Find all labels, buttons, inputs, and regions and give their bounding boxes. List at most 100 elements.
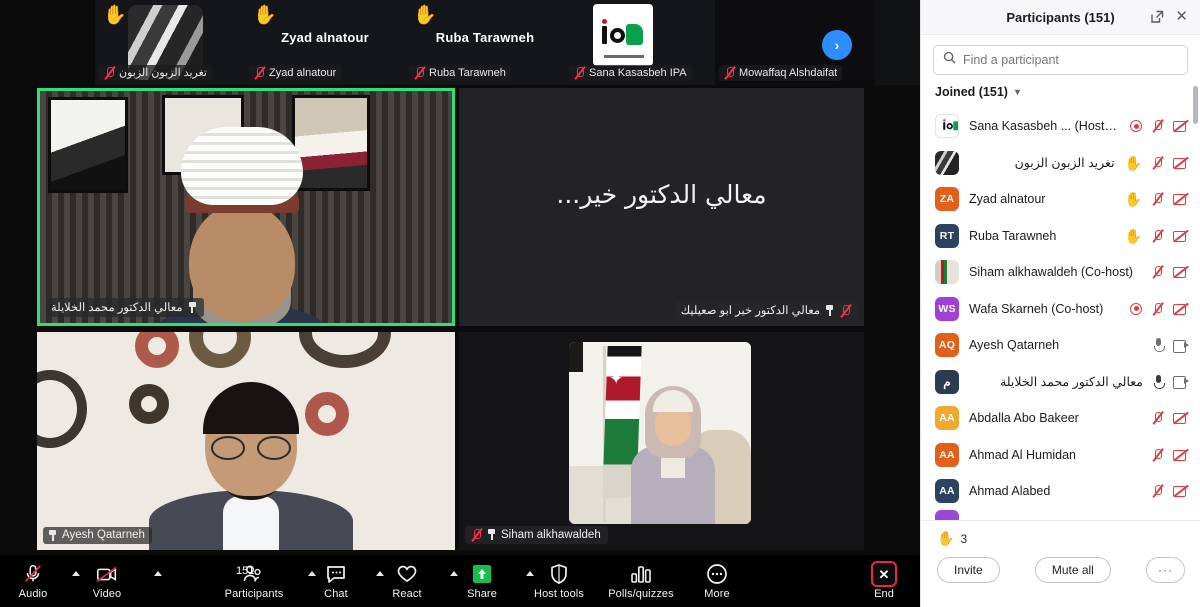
participants-list[interactable]: Sana Kasasbeh ... (Host, me) تغريد الزبو… — [921, 108, 1200, 520]
participant-row[interactable]: م معالي الدكتور محمد الخلايلة — [921, 364, 1200, 401]
chevron-down-icon[interactable]: ▾ — [1015, 87, 1020, 98]
panel-footer-buttons: Invite Mute all ··· — [921, 547, 1200, 583]
control-chat[interactable]: Chat — [302, 555, 384, 607]
control-audio[interactable]: Audio — [0, 555, 80, 607]
video-feed — [40, 91, 452, 323]
mute-all-button[interactable]: Mute all — [1034, 557, 1111, 583]
filmstrip-tile-sana[interactable]: Sana Kasasbeh IPA — [565, 0, 715, 85]
recording-indicator-icon — [1130, 120, 1142, 133]
microphone-off-icon[interactable] — [1151, 484, 1164, 498]
raised-hand-icon: ✋ — [937, 530, 955, 546]
participant-status-icons — [1153, 338, 1189, 353]
camera-on-icon[interactable] — [1173, 376, 1189, 390]
participant-row[interactable]: WS Wafa Skarneh (Co-host) — [921, 291, 1200, 328]
avatar: WS — [935, 296, 959, 321]
camera-off-icon[interactable] — [1173, 485, 1189, 498]
participant-name: Ayesh Qatarneh — [969, 338, 1060, 353]
raised-hand-icon: ✋ — [1124, 154, 1142, 171]
camera-off-icon[interactable] — [1173, 193, 1189, 206]
control-label: Chat — [324, 588, 348, 600]
camera-off-icon[interactable] — [1173, 120, 1189, 133]
microphone-off-icon[interactable] — [1151, 156, 1164, 170]
more-options-button[interactable]: ··· — [1146, 557, 1185, 583]
participant-display-name: Ruba Tarawneh — [435, 30, 535, 45]
participant-name: Mowaffaq Alshdaifat — [739, 66, 838, 79]
close-icon[interactable]: ✕ — [1175, 9, 1188, 24]
control-label: Audio — [18, 588, 48, 600]
video-tile-ayesh[interactable]: Ayesh Qatarneh — [37, 332, 455, 550]
filmstrip-tile-footer: Zyad alnatour — [249, 65, 342, 81]
filmstrip-tile-tagreed[interactable]: ✋ تغريد الزبون الزبون — [95, 0, 245, 85]
participant-row[interactable]: تغريد الزبون الزبون ✋ — [921, 145, 1200, 182]
microphone-off-icon — [413, 66, 425, 79]
camera-off-icon[interactable] — [1173, 157, 1189, 169]
microphone-off-icon[interactable] — [1151, 448, 1164, 462]
search-box[interactable] — [933, 45, 1188, 75]
search-input[interactable] — [963, 53, 1178, 67]
participant-row[interactable]: AA Ahmad Al Humidan — [921, 437, 1200, 474]
control-share[interactable]: Share — [444, 555, 534, 607]
video-tile-khalayleh[interactable]: معالي الدكتور محمد الخلايلة — [37, 88, 455, 326]
participant-name: Ruba Tarawneh — [429, 66, 506, 79]
participant-name: Zyad alnatour — [269, 66, 337, 79]
avatar — [935, 150, 959, 175]
control-end[interactable]: ✕ End — [848, 555, 920, 607]
participant-count-badge: 151 — [236, 565, 255, 577]
microphone-on-icon[interactable] — [1153, 338, 1165, 353]
camera-off-icon[interactable] — [1173, 266, 1189, 279]
pin-icon — [487, 529, 496, 540]
chevron-up-icon[interactable] — [154, 571, 162, 576]
participant-row[interactable]: ZA Zyad alnatour ✋ — [921, 181, 1200, 218]
video-tile-siham[interactable]: ✦ Siham alkhawaldeh — [459, 332, 864, 550]
raised-hand-count-value: 3 — [960, 531, 968, 546]
control-label: End — [874, 588, 894, 600]
camera-off-icon[interactable] — [1173, 412, 1189, 425]
control-polls[interactable]: Polls/quizzes — [598, 555, 684, 607]
filmstrip-tile-footer: تغريد الزبون الزبون — [99, 65, 212, 81]
camera-on-icon[interactable] — [1173, 339, 1189, 353]
filmstrip-tile-footer: Sana Kasasbeh IPA — [569, 65, 692, 81]
search-section — [921, 35, 1200, 81]
heart-icon — [396, 562, 418, 586]
control-video[interactable]: Video — [66, 555, 162, 607]
participant-row-partial[interactable] — [921, 509, 1200, 521]
popout-icon[interactable] — [1150, 10, 1164, 29]
participants-scrollbar[interactable] — [1193, 86, 1198, 124]
control-more[interactable]: More — [684, 555, 750, 607]
microphone-off-icon[interactable] — [1151, 411, 1164, 425]
search-icon — [943, 51, 956, 69]
participant-name: Sana Kasasbeh ... (Host, me) — [969, 119, 1120, 134]
filmstrip-next-button[interactable]: › — [822, 30, 852, 60]
shield-icon — [549, 562, 569, 586]
microphone-off-icon[interactable] — [1151, 302, 1164, 316]
control-label: More — [704, 588, 730, 600]
video-feed: ✦ — [569, 342, 751, 524]
filmstrip-tile-zyad[interactable]: ✋ Zyad alnatour Zyad alnatour — [245, 0, 405, 85]
control-host-tools[interactable]: Host tools — [520, 555, 598, 607]
participant-row[interactable]: Sana Kasasbeh ... (Host, me) — [921, 108, 1200, 145]
camera-off-icon[interactable] — [1173, 230, 1189, 242]
control-label: Video — [92, 588, 122, 600]
participant-row[interactable]: AA Ahmad Alabed — [921, 473, 1200, 510]
participant-row[interactable]: RT Ruba Tarawneh ✋ — [921, 218, 1200, 255]
participant-row[interactable]: Siham alkhawaldeh (Co-host) — [921, 254, 1200, 291]
microphone-off-icon[interactable] — [1151, 119, 1164, 133]
microphone-off-icon[interactable] — [1151, 192, 1164, 206]
video-tile-khair[interactable]: معالي الدكتور خير... معالي الدكتور خير ا… — [459, 88, 864, 326]
participant-status-icons — [1151, 484, 1189, 498]
joined-section-header[interactable]: Joined (151) ▾ — [921, 81, 1200, 105]
microphone-off-icon — [103, 66, 115, 79]
participant-row[interactable]: AA Abdalla Abo Bakeer — [921, 400, 1200, 437]
microphone-on-icon[interactable] — [1153, 374, 1165, 389]
control-react[interactable]: React — [370, 555, 458, 607]
filmstrip-tile-ruba[interactable]: ✋ Ruba Tarawneh Ruba Tarawneh — [405, 0, 565, 85]
participant-status-icons — [1130, 119, 1189, 133]
camera-off-icon[interactable] — [1173, 449, 1189, 461]
microphone-off-icon — [839, 304, 851, 317]
control-participants[interactable]: 151 Participants — [206, 555, 316, 607]
microphone-off-icon[interactable] — [1151, 265, 1164, 279]
microphone-off-icon[interactable] — [1151, 229, 1164, 243]
invite-button[interactable]: Invite — [937, 557, 1000, 583]
participant-row[interactable]: AQ Ayesh Qatarneh — [921, 327, 1200, 364]
camera-off-icon[interactable] — [1173, 303, 1189, 315]
